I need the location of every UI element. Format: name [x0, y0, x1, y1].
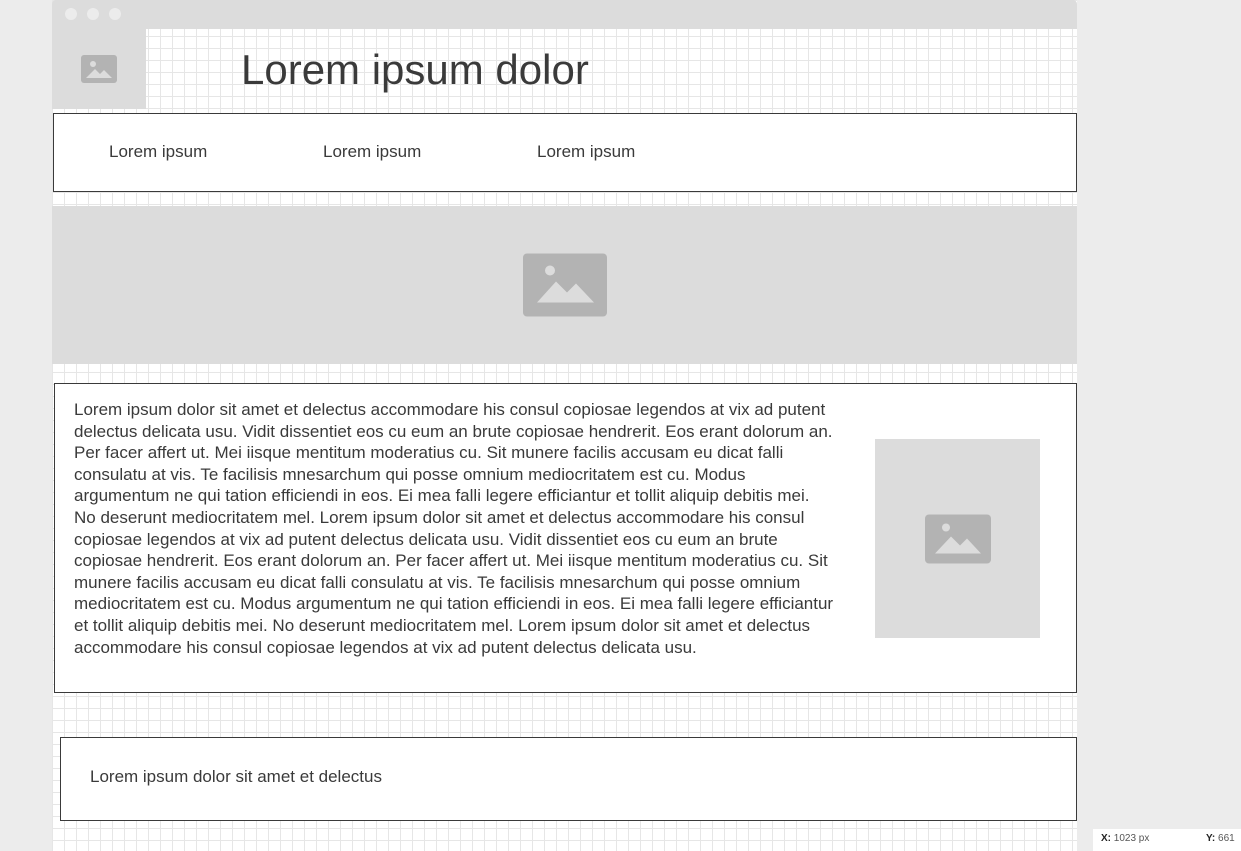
- nav-bar: Lorem ipsum Lorem ipsum Lorem ipsum: [53, 113, 1077, 192]
- side-image-placeholder: [875, 439, 1040, 638]
- content-paragraph: Lorem ipsum dolor sit amet et delectus a…: [74, 400, 834, 657]
- page-title: Lorem ipsum dolor: [241, 46, 589, 93]
- footer-text: Lorem ipsum dolor sit amet et delectus: [90, 767, 382, 786]
- window-titlebar: [52, 0, 1077, 29]
- window-dot-minimize[interactable]: [87, 8, 99, 20]
- nav-item-2[interactable]: Lorem ipsum: [323, 142, 421, 162]
- footer-section: Lorem ipsum dolor sit amet et delectus: [60, 737, 1077, 821]
- nav-item-1[interactable]: Lorem ipsum: [109, 142, 207, 162]
- image-icon: [924, 514, 991, 563]
- y-value: 661: [1218, 833, 1235, 844]
- x-coordinate: X: 1023 px: [1101, 829, 1149, 849]
- content-section: Lorem ipsum dolor sit amet et delectus a…: [54, 383, 1077, 693]
- y-coordinate: Y: 661: [1206, 829, 1235, 849]
- wireframe-canvas: Lorem ipsum dolor Lorem ipsum Lorem ipsu…: [52, 0, 1077, 851]
- x-value: 1023 px: [1113, 833, 1150, 844]
- image-icon: [81, 55, 117, 83]
- x-label: X:: [1101, 833, 1111, 844]
- y-label: Y:: [1206, 833, 1216, 844]
- coordinate-readout: X: 1023 px Y: 661: [1093, 829, 1241, 851]
- window-dot-close[interactable]: [65, 8, 77, 20]
- window-dot-maximize[interactable]: [109, 8, 121, 20]
- hero-image-placeholder: [52, 206, 1077, 364]
- image-icon: [522, 253, 607, 317]
- logo-placeholder: [52, 29, 146, 109]
- nav-item-3[interactable]: Lorem ipsum: [537, 142, 635, 162]
